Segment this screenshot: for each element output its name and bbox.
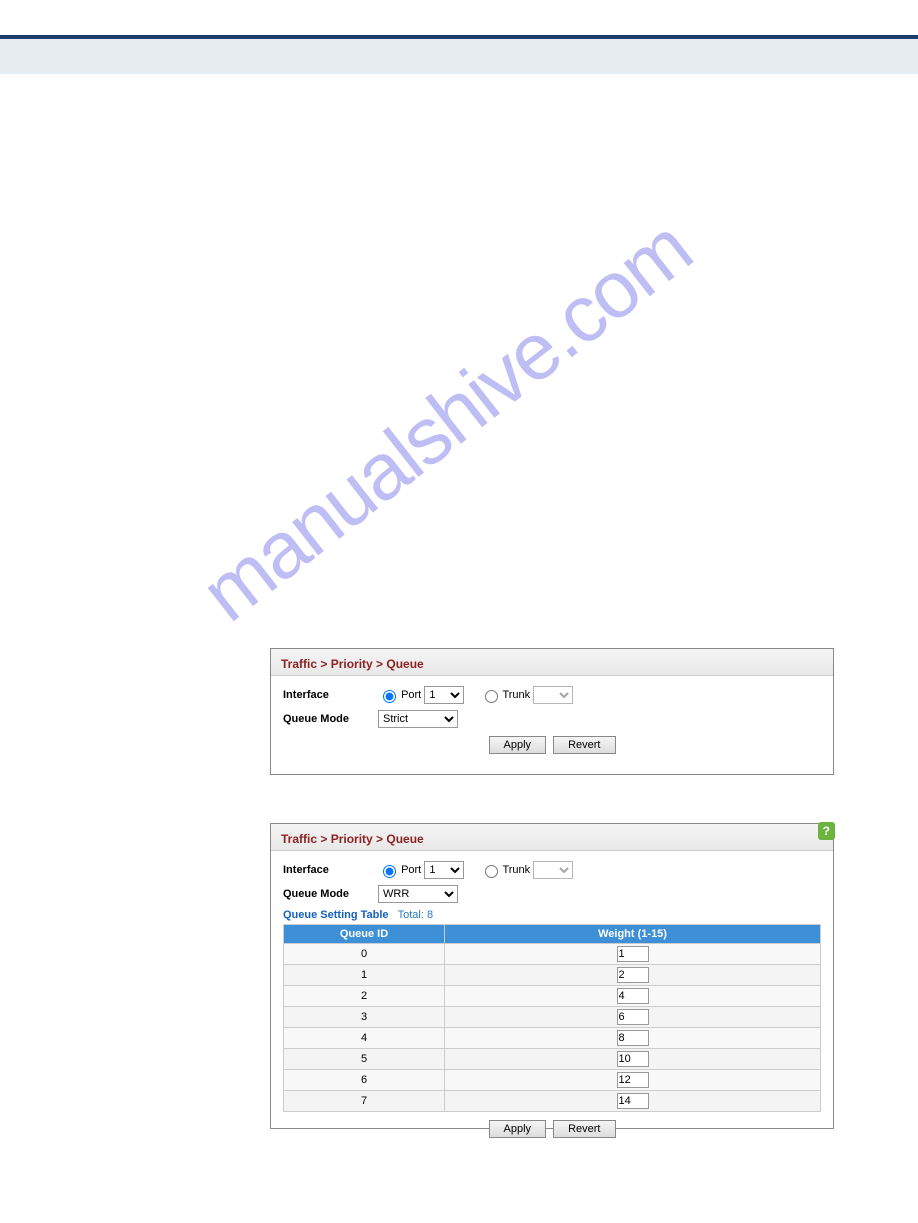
weight-input[interactable] (617, 1051, 649, 1067)
apply-button[interactable]: Apply (489, 1120, 547, 1138)
cell-weight (445, 1007, 821, 1028)
panel2-button-row: Apply Revert (283, 1120, 821, 1138)
queue-mode-label: Queue Mode (283, 713, 378, 725)
help-icon[interactable]: ? (818, 822, 835, 840)
trunk-radio[interactable] (485, 865, 498, 878)
col-queue-id: Queue ID (284, 925, 445, 944)
cell-weight (445, 1028, 821, 1049)
trunk-label: Trunk (502, 689, 530, 701)
weight-input[interactable] (617, 1072, 649, 1088)
cell-weight (445, 944, 821, 965)
port-select[interactable]: 1 (424, 861, 464, 879)
cell-queue-id: 6 (284, 1070, 445, 1091)
col-weight: Weight (1-15) (445, 925, 821, 944)
interface-radio-group: Port 1 Trunk (378, 686, 573, 704)
cell-queue-id: 7 (284, 1091, 445, 1112)
cell-weight (445, 1049, 821, 1070)
port-select[interactable]: 1 (424, 686, 464, 704)
revert-button[interactable]: Revert (553, 736, 615, 754)
cell-queue-id: 4 (284, 1028, 445, 1049)
table-title: Queue Setting Table Total: 8 (283, 909, 821, 921)
queue-panel-strict: Traffic > Priority > Queue Interface Por… (270, 648, 834, 775)
table-row: 2 (284, 986, 821, 1007)
panel1-button-row: Apply Revert (283, 736, 821, 754)
queue-panel-wrr: ? Traffic > Priority > Queue Interface P… (270, 823, 834, 1129)
table-row: 0 (284, 944, 821, 965)
port-label: Port (401, 864, 421, 876)
weight-input[interactable] (617, 1009, 649, 1025)
port-label: Port (401, 689, 421, 701)
interface-row: Interface Port 1 Trunk (283, 686, 821, 704)
revert-button[interactable]: Revert (553, 1120, 615, 1138)
apply-button[interactable]: Apply (489, 736, 547, 754)
trunk-label: Trunk (502, 864, 530, 876)
queue-setting-table: Queue ID Weight (1-15) 01234567 (283, 924, 821, 1112)
top-banner (0, 35, 918, 74)
panel2-body: Interface Port 1 Trunk Queue Mode WRR (271, 851, 833, 1148)
table-row: 5 (284, 1049, 821, 1070)
interface-radio-group: Port 1 Trunk (378, 861, 573, 879)
weight-input[interactable] (617, 946, 649, 962)
table-row: 7 (284, 1091, 821, 1112)
trunk-select[interactable] (533, 861, 573, 879)
interface-label: Interface (283, 864, 378, 876)
port-radio[interactable] (383, 690, 396, 703)
table-row: 1 (284, 965, 821, 986)
trunk-radio[interactable] (485, 690, 498, 703)
cell-weight (445, 965, 821, 986)
cell-queue-id: 3 (284, 1007, 445, 1028)
cell-weight (445, 1091, 821, 1112)
weight-input[interactable] (617, 1093, 649, 1109)
weight-input[interactable] (617, 1030, 649, 1046)
panel1-body: Interface Port 1 Trunk Queue Mode Strict (271, 676, 833, 764)
queue-mode-row: Queue Mode Strict (283, 710, 821, 728)
cell-queue-id: 1 (284, 965, 445, 986)
cell-queue-id: 0 (284, 944, 445, 965)
table-row: 4 (284, 1028, 821, 1049)
queue-mode-select[interactable]: WRR (378, 885, 458, 903)
queue-mode-row: Queue Mode WRR (283, 885, 821, 903)
interface-label: Interface (283, 689, 378, 701)
cell-weight (445, 1070, 821, 1091)
trunk-select[interactable] (533, 686, 573, 704)
breadcrumb: Traffic > Priority > Queue (271, 824, 833, 851)
breadcrumb: Traffic > Priority > Queue (271, 649, 833, 676)
interface-row: Interface Port 1 Trunk (283, 861, 821, 879)
table-row: 3 (284, 1007, 821, 1028)
watermark: manualshive.com (184, 202, 708, 639)
port-radio[interactable] (383, 865, 396, 878)
weight-input[interactable] (617, 967, 649, 983)
weight-input[interactable] (617, 988, 649, 1004)
cell-weight (445, 986, 821, 1007)
cell-queue-id: 5 (284, 1049, 445, 1070)
queue-mode-select[interactable]: Strict (378, 710, 458, 728)
cell-queue-id: 2 (284, 986, 445, 1007)
queue-mode-label: Queue Mode (283, 888, 378, 900)
table-row: 6 (284, 1070, 821, 1091)
